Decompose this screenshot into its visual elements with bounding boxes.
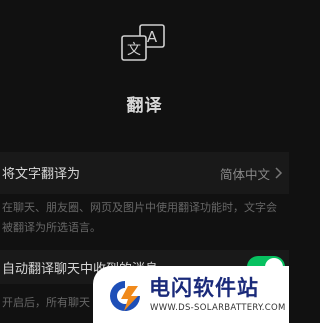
watermark-title: 电闪软件站 — [149, 276, 259, 300]
watermark-banner: 电闪软件站 WWW.DS-SOLARBATTERY.COM — [93, 266, 289, 323]
watermark-url: WWW.DS-SOLARBATTERY.COM — [150, 303, 286, 313]
translate-language-value: 简体中文 — [219, 167, 270, 182]
translate-icon: A 文 — [121, 24, 165, 61]
translate-settings-page: A 文 翻译 将文字翻译为 简体中文 在聊天、朋友圈、网页及图片中使用翻译功能时… — [0, 0, 289, 323]
translate-language-label: 将文字翻译为 — [2, 167, 81, 182]
translate-language-description: 在聊天、朋友圈、网页及图片中使用翻译功能时，文字会被翻译为所选语言。 — [2, 201, 277, 234]
translate-icon-letter-a: A — [147, 28, 158, 46]
chevron-right-icon — [275, 167, 283, 179]
translate-language-row[interactable]: 将文字翻译为 简体中文 — [0, 152, 289, 194]
watermark-logo-icon — [110, 281, 140, 311]
translate-icon-letter-wen: 文 — [127, 42, 141, 58]
page-title: 翻译 — [126, 96, 163, 116]
